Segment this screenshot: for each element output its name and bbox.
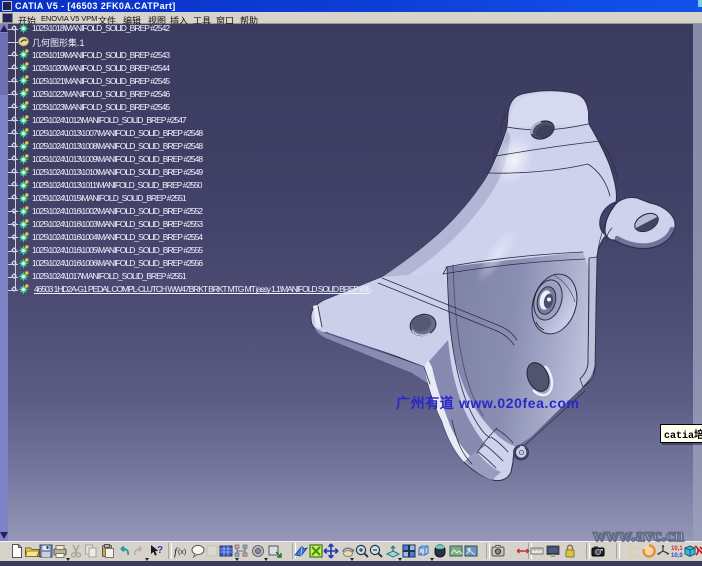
- svg-text:(x): (x): [178, 549, 186, 556]
- svg-text:?: ?: [157, 545, 163, 556]
